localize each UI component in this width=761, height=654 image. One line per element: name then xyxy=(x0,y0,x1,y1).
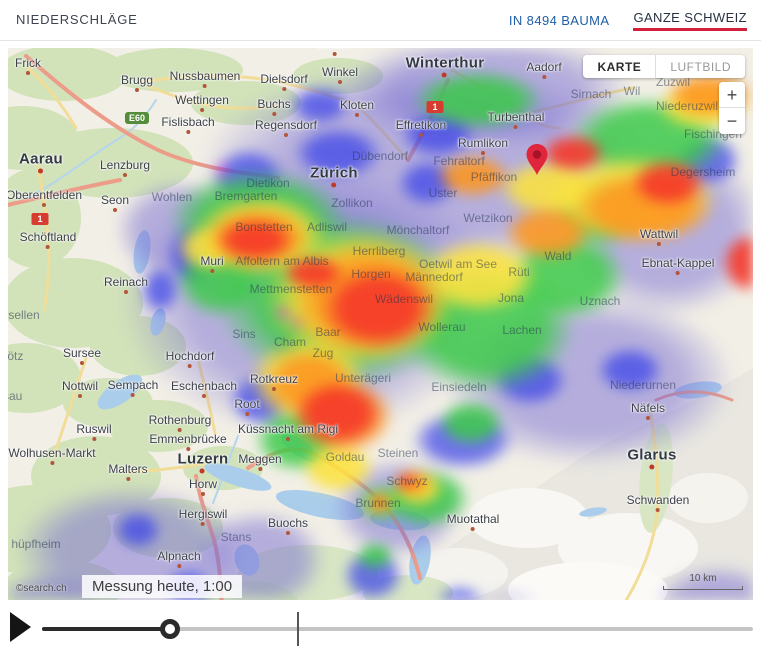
scale-bar: 10 km xyxy=(663,568,743,590)
map-type-toggle: KARTE LUFTBILD xyxy=(583,55,745,78)
scale-label: 10 km xyxy=(689,573,716,584)
tab-location-bauma[interactable]: IN 8494 BAUMA xyxy=(509,13,610,28)
timeline-progress xyxy=(42,627,170,631)
zoom-controls: + − xyxy=(719,82,745,134)
timeline-handle[interactable] xyxy=(160,619,180,639)
zoom-out-button[interactable]: − xyxy=(719,108,745,134)
map-attribution: ©search.ch xyxy=(16,583,67,594)
zoom-in-button[interactable]: + xyxy=(719,82,745,108)
play-button[interactable] xyxy=(10,612,31,642)
basemap-layer xyxy=(8,48,753,600)
measurement-time-label: Messung heute, 1:00 xyxy=(82,575,242,598)
luftbild-button[interactable]: LUFTBILD xyxy=(656,55,745,78)
panel-header: NIEDERSCHLÄGE IN 8494 BAUMA GANZE SCHWEI… xyxy=(0,0,761,41)
karte-button[interactable]: KARTE xyxy=(583,55,656,78)
location-pin-icon xyxy=(526,144,548,176)
page-title: NIEDERSCHLÄGE xyxy=(16,0,138,40)
precipitation-map[interactable]: AarauWinterthurZürichLuzernGlarusFrickBr… xyxy=(8,48,753,600)
header-tabs: IN 8494 BAUMA GANZE SCHWEIZ xyxy=(509,0,747,40)
timeline-tick-marker xyxy=(297,612,299,646)
tab-ganze-schweiz[interactable]: GANZE SCHWEIZ xyxy=(633,10,747,31)
scale-line xyxy=(663,586,743,590)
timeline-track[interactable] xyxy=(42,627,753,631)
timeline-bar xyxy=(0,600,761,654)
